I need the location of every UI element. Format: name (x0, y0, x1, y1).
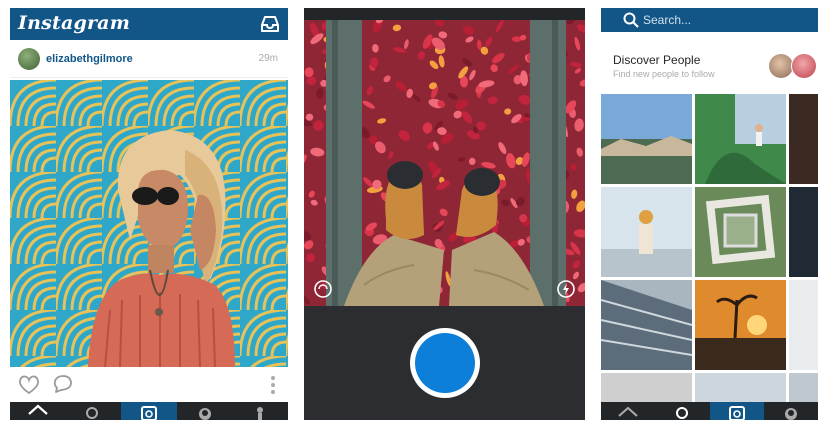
search-input[interactable] (643, 11, 803, 29)
tab-camera[interactable] (121, 402, 177, 420)
bottom-tab-bar (10, 402, 288, 420)
activity-icon (198, 408, 211, 420)
avatar[interactable] (18, 48, 40, 70)
grid-photo[interactable] (789, 373, 818, 402)
explore-screen: Discover People Find new people to follo… (601, 8, 818, 420)
grid-photo[interactable] (789, 94, 818, 184)
post-header: elizabethgilmore 29m (10, 40, 288, 78)
discover-subtitle: Find new people to follow (613, 69, 715, 79)
grid-photo[interactable] (601, 94, 692, 184)
post-actions (10, 367, 288, 403)
more-vertical-icon[interactable] (270, 375, 276, 395)
flash-icon[interactable] (556, 279, 576, 299)
post-username[interactable]: elizabethgilmore (46, 53, 133, 65)
search-icon (676, 407, 689, 419)
instagram-logo: Instagram (18, 12, 130, 34)
tab-activity[interactable] (177, 402, 233, 420)
grid-photo[interactable] (789, 280, 818, 370)
feed-screen: Instagram elizabethgilmore 29m (10, 8, 288, 420)
camera-viewfinder[interactable] (304, 20, 585, 306)
heart-icon[interactable] (18, 375, 40, 395)
grid-photo[interactable] (695, 94, 786, 184)
tab-activity[interactable] (764, 402, 818, 420)
grid-photo[interactable] (695, 280, 786, 370)
shutter-button-inner (414, 333, 475, 393)
inbox-icon[interactable] (260, 14, 280, 34)
explore-grid (601, 94, 818, 402)
grid-photo[interactable] (695, 373, 786, 402)
camera-controls (304, 306, 585, 420)
grid-photo[interactable] (601, 187, 692, 277)
post-photo[interactable] (10, 80, 288, 367)
discover-title: Discover People (613, 53, 701, 67)
activity-icon (784, 408, 797, 420)
search-icon (623, 12, 639, 28)
search-bar (601, 8, 818, 32)
discover-people-row[interactable]: Discover People Find new people to follo… (601, 32, 818, 94)
camera-icon (140, 406, 157, 420)
camera-viewfinder-image (304, 20, 585, 306)
home-icon (618, 406, 638, 417)
screenshot-stage: Instagram elizabethgilmore 29m Search...… (0, 0, 818, 423)
flip-camera-icon[interactable] (313, 279, 333, 299)
post-photo-image (10, 80, 288, 367)
profile-icon (257, 407, 264, 420)
suggested-avatar[interactable] (791, 53, 817, 79)
camera-status-strip (304, 8, 585, 20)
camera-screen (304, 8, 585, 420)
bottom-tab-bar (601, 402, 818, 420)
post-time: 29m (258, 53, 278, 64)
home-icon (28, 404, 48, 415)
camera-icon (728, 406, 745, 420)
grid-photo[interactable] (601, 373, 692, 402)
tab-search[interactable] (66, 402, 122, 420)
tab-search[interactable] (655, 402, 709, 420)
grid-photo[interactable] (601, 280, 692, 370)
search-icon (86, 407, 99, 419)
grid-photo[interactable] (695, 187, 786, 277)
tab-profile[interactable] (232, 402, 288, 420)
grid-photo[interactable] (789, 187, 818, 277)
feed-top-bar: Instagram (10, 8, 288, 40)
tab-camera[interactable] (709, 402, 764, 420)
comment-icon[interactable] (52, 375, 74, 395)
shutter-button[interactable] (409, 328, 480, 398)
tab-home[interactable] (10, 402, 66, 420)
tab-home[interactable] (601, 402, 655, 420)
